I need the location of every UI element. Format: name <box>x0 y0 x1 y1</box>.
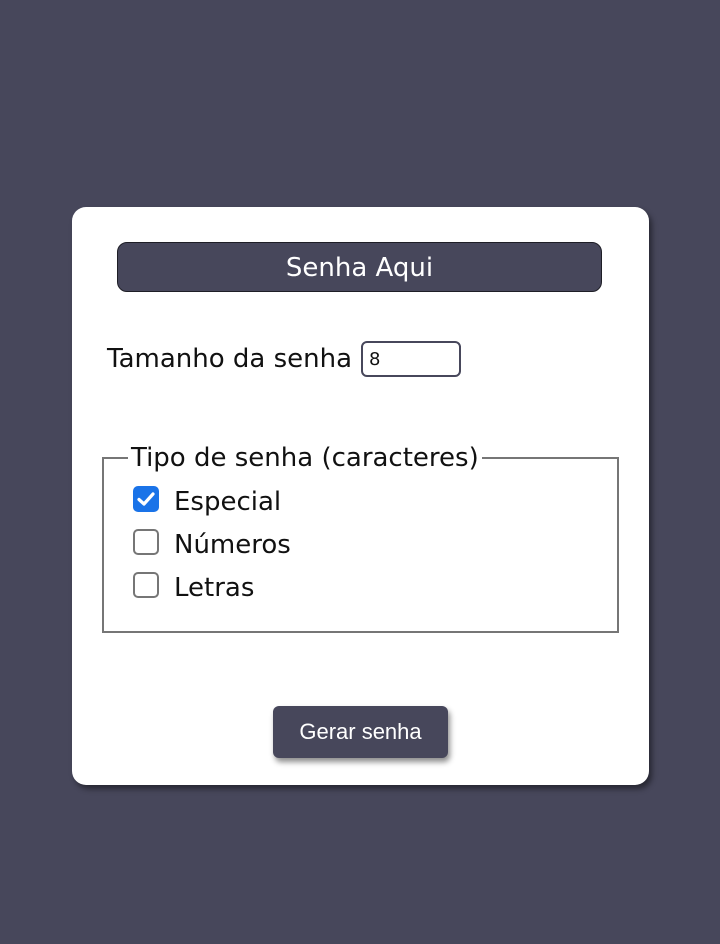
length-row: Tamanho da senha <box>107 341 462 377</box>
especial-label: Especial <box>174 486 282 517</box>
especial-checkbox[interactable] <box>133 485 159 512</box>
password-display[interactable]: Senha Aqui <box>117 242 602 292</box>
character-type-legend: Tipo de senha (caracteres) <box>131 443 479 473</box>
option-especial: Especial <box>133 477 617 520</box>
option-letras: Letras <box>133 563 617 606</box>
generate-password-button[interactable]: Gerar senha <box>273 706 448 758</box>
character-type-group: Tipo de senha (caracteres) Especial Núme… <box>102 443 619 633</box>
length-input[interactable] <box>361 341 462 377</box>
letras-checkbox[interactable] <box>133 571 159 598</box>
password-generator-card: Senha Aqui Tamanho da senha Tipo de senh… <box>72 207 649 785</box>
check-icon <box>137 491 155 506</box>
numeros-label: Números <box>174 529 291 560</box>
letras-label: Letras <box>174 572 255 603</box>
length-label: Tamanho da senha <box>107 344 353 374</box>
option-numeros: Números <box>133 520 617 563</box>
numeros-checkbox[interactable] <box>133 528 159 555</box>
